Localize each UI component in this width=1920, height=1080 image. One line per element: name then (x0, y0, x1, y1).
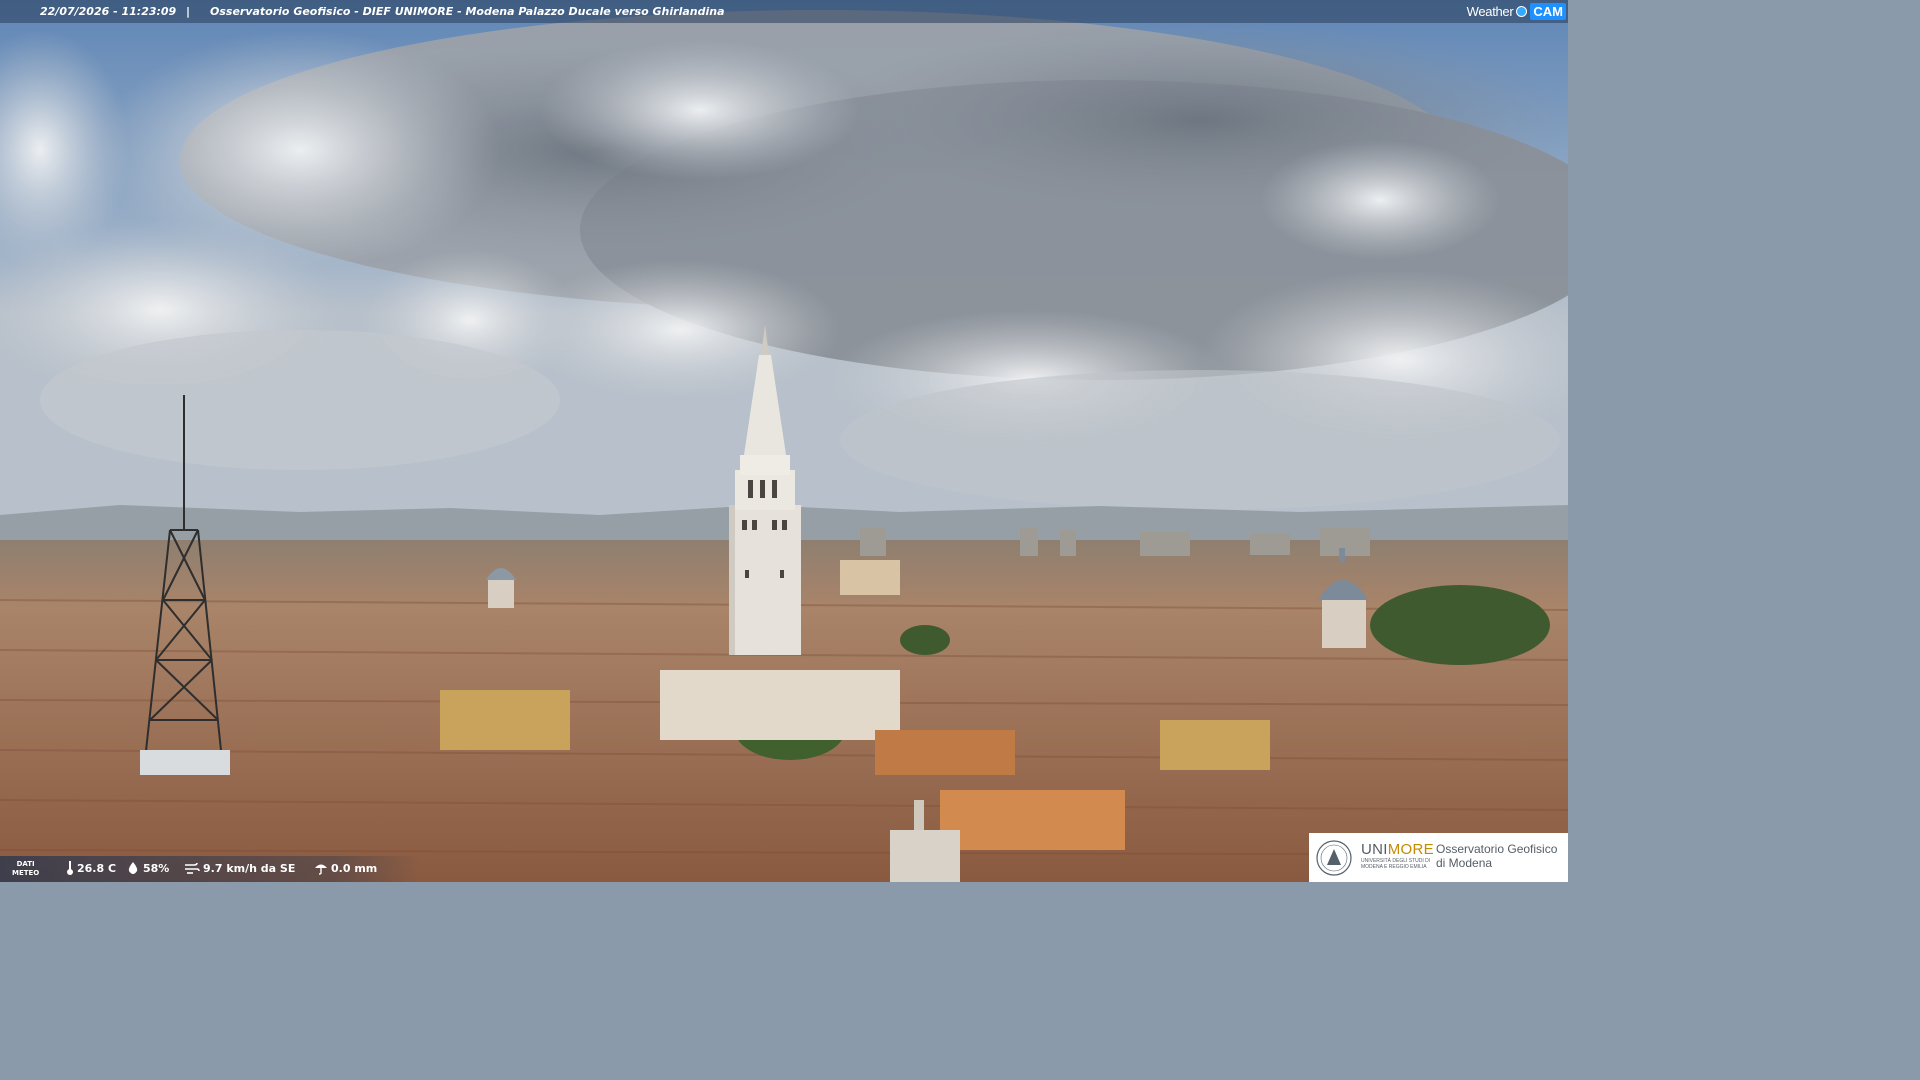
webcam-caption-bar: 22/07/2026 - 11:23:09 | Osservatorio Geo… (0, 0, 1568, 23)
university-name: UNIVERSITÀ DEGLI STUDI DI MODENA E REGGI… (1361, 858, 1436, 870)
brand-cam: CAM (1530, 3, 1566, 20)
rain-value: 0.0 mm (331, 861, 378, 875)
weathercam-logo: Weather CAM (1467, 0, 1568, 23)
brand-dot-icon (1516, 6, 1528, 17)
unimore-more: MORE (1387, 841, 1434, 858)
university-seal-icon (1316, 840, 1352, 876)
unimore-logo: UNIMORE UNIVERSITÀ DEGLI STUDI DI MODENA… (1309, 833, 1568, 882)
temperature-reading: 26.8 C (66, 861, 116, 875)
university-line2: MODENA E REGGIO EMILIA (1361, 864, 1427, 870)
rain-reading: 0.0 mm (314, 861, 377, 875)
observatory-name: Osservatorio Geofisico di Modena (1436, 842, 1557, 870)
observatory-line2: di Modena (1436, 856, 1493, 870)
temperature-value: 26.8 C (77, 861, 117, 875)
wind-reading: 9.7 km/h da SE (184, 861, 295, 875)
humidity-reading: 58% (126, 861, 169, 875)
capture-datetime: 22/07/2026 - 11:23:09 (40, 5, 177, 18)
brand-weather: Weather (1466, 4, 1514, 19)
thermometer-icon (67, 861, 73, 875)
unimore-wordmark: UNIMORE (1361, 841, 1434, 858)
unimore-uni: UNI (1361, 841, 1388, 858)
weather-data-bar: DATI METEO 26.8 C 58% 9.7 km/h da SE 0.0… (0, 856, 420, 882)
webcam-title: Osservatorio Geofisico - DIEF UNIMORE - … (210, 5, 725, 18)
meteo-label: DATI METEO (12, 860, 39, 878)
rain-umbrella-icon (315, 864, 327, 875)
humidity-value: 58% (143, 861, 170, 875)
caption-separator: | (186, 5, 191, 18)
trees (1370, 585, 1550, 665)
dome-left (486, 568, 516, 608)
meteo-label-line2: METEO (12, 869, 40, 877)
wind-icon (185, 862, 200, 874)
webcam-image (0, 0, 1568, 882)
humidity-drop-icon (128, 862, 138, 874)
observatory-line1: Osservatorio Geofisico (1436, 842, 1558, 856)
wind-value: 9.7 km/h da SE (203, 861, 296, 875)
meteo-label-line1: DATI (16, 860, 35, 868)
